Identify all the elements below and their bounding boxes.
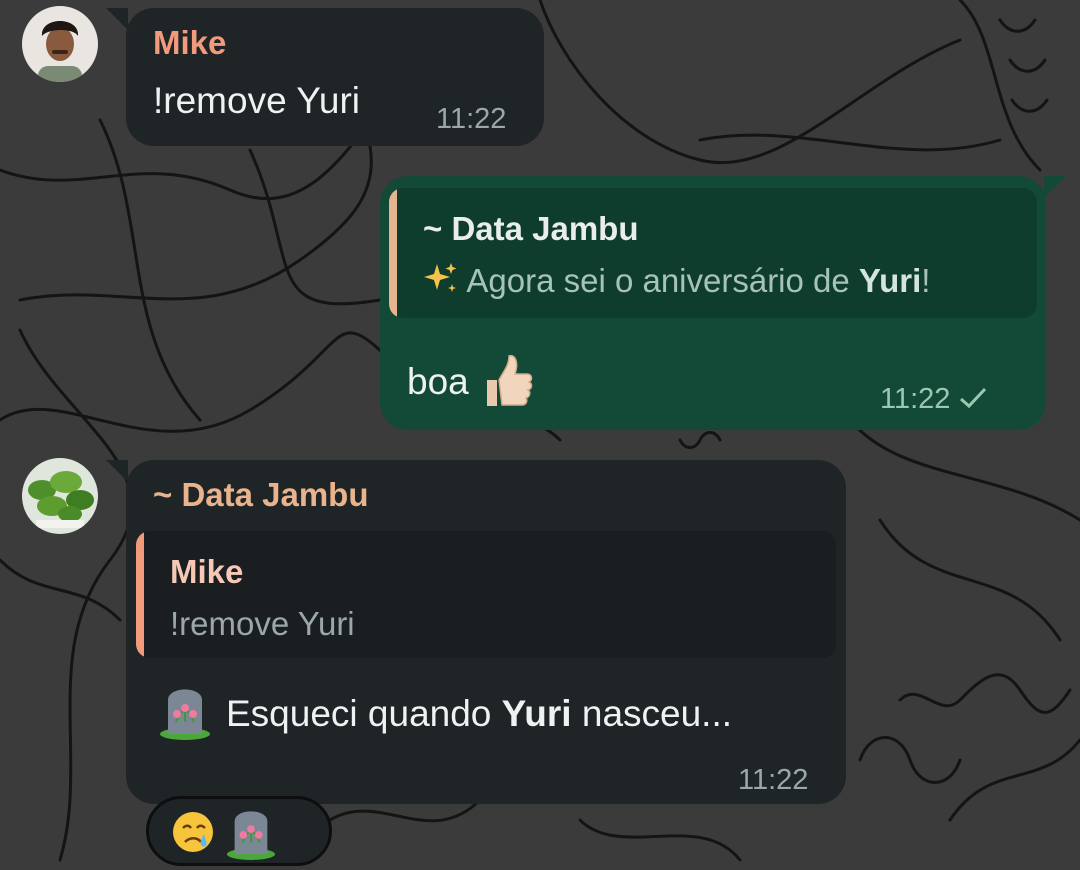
thumbs-up-icon <box>479 352 535 412</box>
message-text: !remove Yuri <box>153 80 361 121</box>
message-text-after: nasceu... <box>581 693 733 734</box>
quote-bar <box>389 188 397 318</box>
quoted-text: Agora sei o aniversário de Yuri! <box>423 262 930 300</box>
quoted-sender-name: Mike <box>170 553 244 590</box>
quoted-text-bold: Yuri <box>858 262 922 299</box>
person-avatar-icon <box>22 6 98 82</box>
message-text-bold: Yuri <box>501 693 572 734</box>
message-time: 11:22 <box>436 103 507 135</box>
quoted-text: !remove Yuri <box>170 605 355 642</box>
message-time: 11:22 <box>880 383 988 416</box>
quote-bar <box>136 531 144 658</box>
message-text: Esqueci quando Yuri nasceu... <box>158 684 732 740</box>
headstone-icon <box>225 806 277 860</box>
mike-avatar[interactable] <box>22 6 98 82</box>
headstone-icon <box>158 684 212 740</box>
bubble-tail <box>106 8 128 30</box>
quoted-text-before: Agora sei o aniversário de <box>466 262 850 299</box>
sender-name[interactable]: ~ Data Jambu <box>153 476 369 514</box>
bubble-tail <box>106 460 128 482</box>
message-text: boa <box>407 352 535 412</box>
reactions-pill[interactable] <box>146 796 332 866</box>
data-jambu-avatar[interactable] <box>22 458 98 534</box>
message-text-content: boa <box>407 361 469 402</box>
bubble-tail <box>1044 176 1066 198</box>
quoted-message[interactable]: Mike !remove Yuri <box>136 531 836 658</box>
crying-face-icon <box>171 810 215 854</box>
sender-name[interactable]: Mike <box>153 24 226 62</box>
plant-avatar-icon <box>22 458 98 534</box>
quoted-sender-name: ~ Data Jambu <box>423 210 639 247</box>
quoted-message[interactable]: ~ Data Jambu Agora sei o aniversário de … <box>389 188 1037 318</box>
message-text-before: Esqueci quando <box>226 693 492 734</box>
message-time: 11:22 <box>738 764 809 796</box>
message-time-text: 11:22 <box>880 383 951 415</box>
quoted-text-after: ! <box>921 262 931 299</box>
single-check-icon <box>958 385 988 409</box>
sparkles-icon <box>423 262 459 294</box>
